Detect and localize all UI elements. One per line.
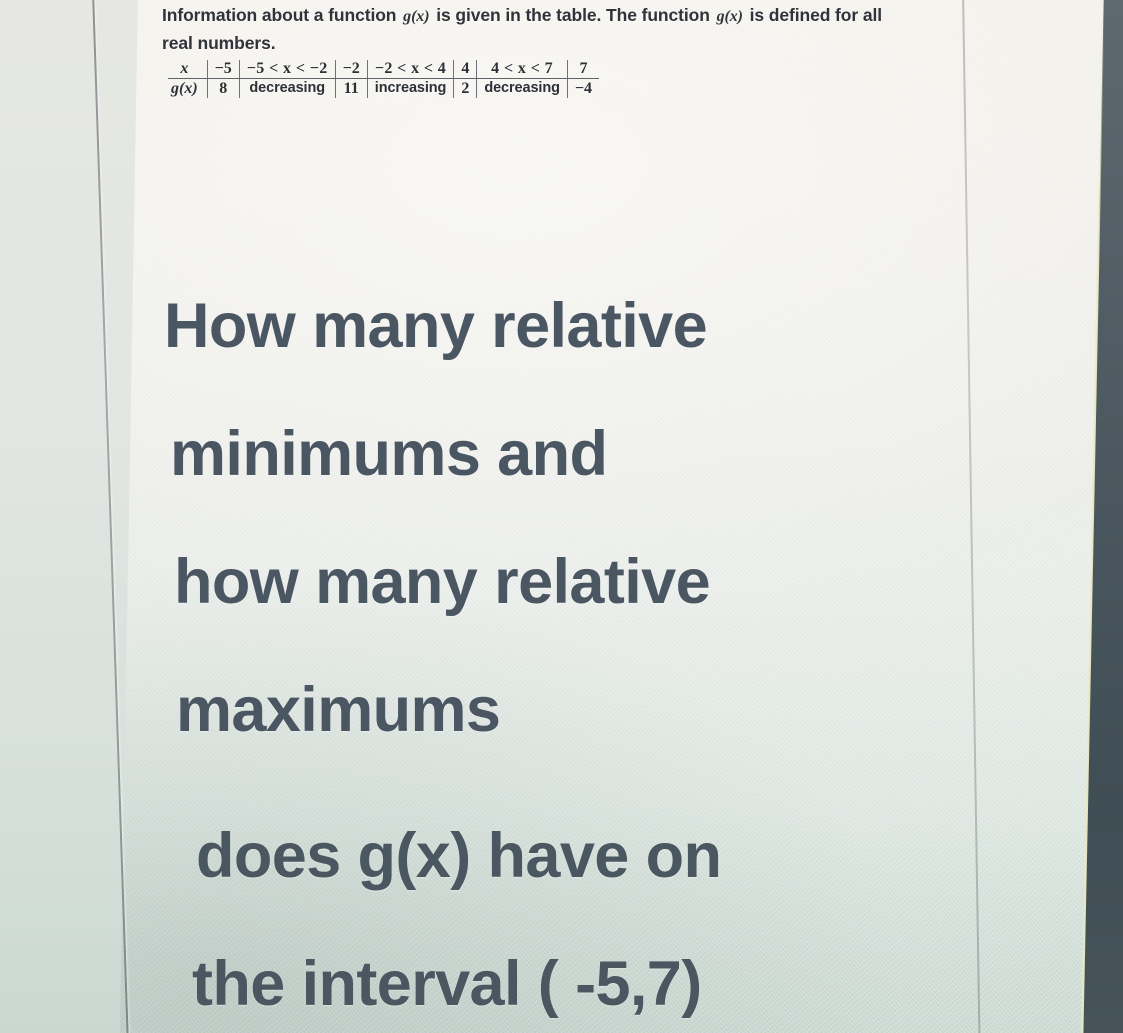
table-cell-x-5: 4 < x < 7	[476, 60, 568, 79]
question-line-6: the interval ( -5,7)	[192, 949, 702, 1019]
table-cell-g-5: decreasing	[476, 78, 568, 98]
function-table-container: x −5 −5 < x < −2 −2 −2 < x < 4 4 4 < x <…	[168, 60, 600, 98]
table-cell-g-2: 11	[335, 78, 368, 98]
table-cell-x-4: 4	[453, 60, 478, 79]
table-row-x: x −5 −5 < x < −2 −2 −2 < x < 4 4 4 < x <…	[168, 60, 600, 79]
table-cell-x-3: −2 < x < 4	[367, 60, 455, 79]
question-line-3: how many relative	[174, 547, 711, 617]
table-row-label-x: x	[168, 60, 208, 79]
intro-function-symbol-1: g(x)	[403, 8, 430, 25]
table-cell-x-2: −2	[335, 60, 368, 79]
intro-text-part-2: is given in the table. The function	[436, 5, 710, 25]
question-line-5: does g(x) have on	[196, 821, 722, 891]
table-cell-g-0: 8	[207, 78, 240, 98]
table-cell-g-6: −4	[574, 79, 593, 97]
function-table: x −5 −5 < x < −2 −2 −2 < x < 4 4 4 < x <…	[168, 60, 600, 98]
question-text-block: How many relative minimums and how many …	[160, 262, 940, 1033]
photo-of-worksheet: Information about a function g(x) is giv…	[0, 0, 1123, 1033]
intro-text-part-1: Information about a function	[162, 5, 397, 25]
problem-intro-text: Information about a function g(x) is giv…	[162, 2, 912, 56]
question-line-2: minimums and	[170, 419, 608, 489]
question-line-1: How many relative	[164, 291, 708, 361]
table-cell-g-3: increasing	[367, 78, 455, 98]
table-row-gx: g(x) 8 decreasing 11 increasing 2 decrea…	[168, 78, 599, 98]
table-cell-g-4: 2	[453, 78, 478, 98]
question-line-4: maximums	[176, 675, 501, 745]
intro-function-symbol-2: g(x)	[716, 8, 743, 25]
worksheet-content: Information about a function g(x) is giv…	[0, 0, 1123, 1033]
table-cell-x-1: −5 < x < −2	[239, 60, 336, 79]
table-cell-x-0: −5	[207, 60, 240, 79]
table-cell-g-1: decreasing	[239, 78, 336, 98]
table-cell-x-6: 7	[567, 60, 600, 79]
table-row-label-gx: g(x)	[168, 78, 208, 98]
